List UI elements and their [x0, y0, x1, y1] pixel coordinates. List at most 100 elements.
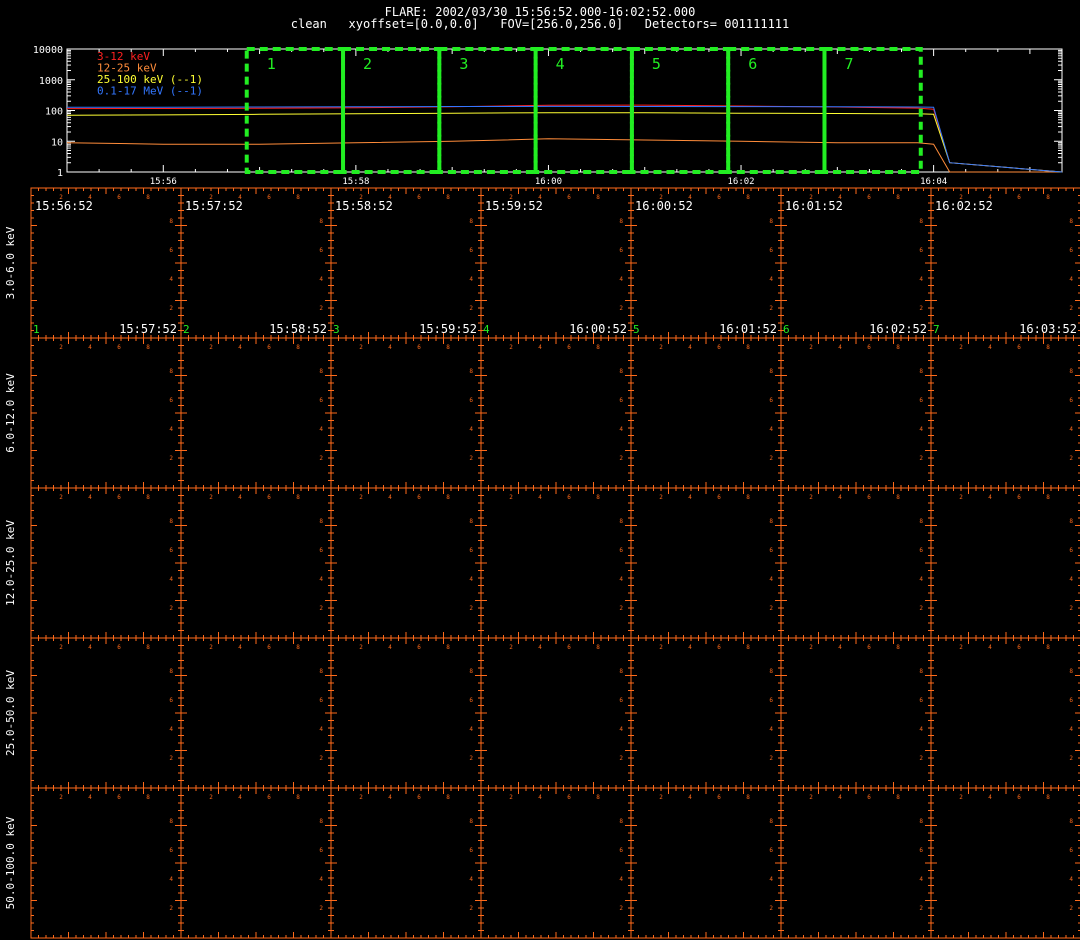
panel-tick-label: 2 [919, 305, 923, 312]
panel-tick-label: 8 [446, 794, 450, 801]
panel-tick-label: 6 [769, 847, 773, 854]
panel-tick-label: 6 [1017, 344, 1021, 351]
panel-tick-label: 6 [619, 397, 623, 404]
panel-tick-label: 4 [169, 576, 173, 583]
panel-tick-label: 4 [1069, 276, 1073, 283]
panel-tick-label: 2 [919, 905, 923, 912]
panel-tick-label: 4 [619, 876, 623, 883]
image-panel [180, 487, 332, 639]
interval-box [244, 47, 346, 174]
panel-tick-label: 8 [469, 218, 473, 225]
image-panel [180, 337, 332, 489]
panel-tick-label: 4 [169, 726, 173, 733]
panel-tick-label: 2 [319, 305, 323, 312]
panel-tick-label: 6 [867, 494, 871, 501]
panel-tick-label: 2 [509, 344, 513, 351]
panel-start-time: 15:58:52 [335, 199, 393, 213]
panel-tick-label: 8 [446, 194, 450, 201]
panel-tick-label: 4 [469, 276, 473, 283]
panel-tick-label: 2 [619, 455, 623, 462]
panel-tick-label: 2 [359, 344, 363, 351]
image-panel [330, 337, 482, 489]
panel-tick-label: 4 [919, 576, 923, 583]
image-panel [780, 787, 932, 939]
series-line [66, 138, 1062, 173]
panel-tick-label: 6 [469, 247, 473, 254]
panel-tick-label: 2 [469, 905, 473, 912]
panel-tick-label: 6 [267, 194, 271, 201]
panel-tick-label: 4 [838, 494, 842, 501]
panel-tick-label: 8 [769, 218, 773, 225]
panel-tick-label: 2 [619, 755, 623, 762]
panel-tick-label: 4 [88, 794, 92, 801]
panel-tick-label: 2 [59, 794, 63, 801]
panel-tick-label: 4 [169, 276, 173, 283]
panel-tick-label: 4 [769, 876, 773, 883]
panel-tick-label: 2 [169, 755, 173, 762]
panel-end-time: 15:59:52 [419, 322, 477, 336]
legend-entry: 0.1-17 MeV (--1) [97, 85, 203, 98]
panel-tick-label: 6 [919, 397, 923, 404]
interval-box [726, 47, 827, 174]
panel-tick-label: 6 [919, 697, 923, 704]
panel-tick-label: 2 [659, 644, 663, 651]
panel-tick-label: 6 [867, 644, 871, 651]
panel-end-time: 16:01:52 [719, 322, 777, 336]
panel-tick-label: 8 [596, 494, 600, 501]
panel-tick-label: 4 [238, 494, 242, 501]
panel-tick-label: 2 [769, 305, 773, 312]
panel-tick-label: 8 [919, 668, 923, 675]
panel-start-time: 15:56:52 [35, 199, 93, 213]
panel-tick-label: 6 [267, 794, 271, 801]
panel-tick-label: 2 [659, 344, 663, 351]
image-panel [930, 487, 1080, 639]
panel-end-time: 16:02:52 [869, 322, 927, 336]
panel-tick-label: 8 [769, 368, 773, 375]
panel-tick-label: 6 [169, 847, 173, 854]
panel-tick-label: 4 [919, 276, 923, 283]
panel-tick-label: 6 [1017, 194, 1021, 201]
panel-tick-label: 4 [919, 876, 923, 883]
panel-tick-label: 8 [1046, 794, 1050, 801]
y-tick-label: 10 [51, 137, 63, 148]
panel-tick-label: 6 [867, 344, 871, 351]
panel-tick-label: 2 [319, 755, 323, 762]
panel-tick-label: 2 [959, 344, 963, 351]
image-panel [180, 637, 332, 789]
interval-box [341, 47, 442, 174]
panel-tick-label: 8 [446, 344, 450, 351]
panel-tick-label: 2 [169, 605, 173, 612]
panel-number: 5 [633, 323, 640, 336]
panel-tick-label: 8 [746, 494, 750, 501]
panel-tick-label: 6 [117, 194, 121, 201]
panel-tick-label: 4 [538, 644, 542, 651]
panel-tick-label: 8 [619, 818, 623, 825]
panel-tick-label: 4 [238, 344, 242, 351]
panel-end-time: 16:03:52 [1019, 322, 1077, 336]
panel-tick-label: 2 [769, 455, 773, 462]
panel-tick-label: 4 [388, 344, 392, 351]
panel-tick-label: 2 [809, 494, 813, 501]
interval-box [629, 47, 731, 174]
panel-tick-label: 8 [1069, 218, 1073, 225]
panel-tick-label: 6 [769, 397, 773, 404]
panel-tick-label: 8 [146, 794, 150, 801]
panel-tick-label: 4 [769, 426, 773, 433]
panel-tick-label: 2 [659, 494, 663, 501]
panel-tick-label: 4 [238, 794, 242, 801]
interval-label: 7 [844, 55, 853, 73]
panel-tick-label: 4 [388, 794, 392, 801]
panel-start-time: 15:57:52 [185, 199, 243, 213]
panel-tick-label: 6 [169, 247, 173, 254]
panel-tick-label: 4 [769, 576, 773, 583]
panel-number: 7 [933, 323, 940, 336]
panel-start-time: 16:02:52 [935, 199, 993, 213]
panel-tick-label: 6 [1069, 547, 1073, 554]
panel-tick-label: 6 [469, 397, 473, 404]
panel-tick-label: 6 [567, 644, 571, 651]
panel-tick-label: 6 [567, 194, 571, 201]
panel-tick-label: 8 [596, 344, 600, 351]
panel-tick-label: 6 [567, 344, 571, 351]
panel-tick-label: 6 [117, 794, 121, 801]
panel-tick-label: 6 [1017, 644, 1021, 651]
